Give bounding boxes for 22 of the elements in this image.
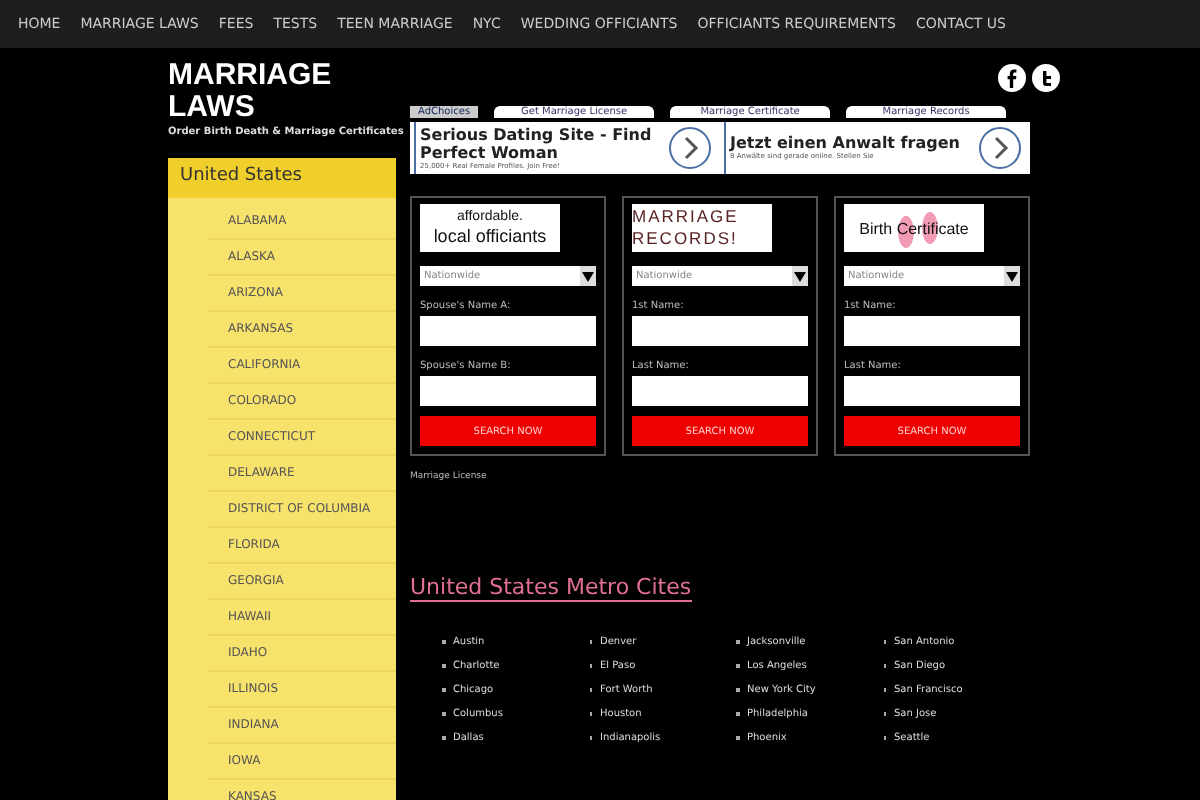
input-field[interactable] [420,376,596,406]
twitter-icon[interactable] [1032,64,1060,92]
banner-text: MARRIAGE [632,206,739,228]
chevron-right-icon[interactable] [978,126,1022,170]
input-field[interactable] [844,316,1020,346]
input-field[interactable] [632,316,808,346]
facebook-icon[interactable] [998,64,1026,92]
input-field[interactable] [420,316,596,346]
dropdown-arrow-icon [794,271,806,281]
chevron-right-icon[interactable] [668,126,712,170]
dropdown-arrow-icon [1006,271,1018,281]
banner-text: local officiants [433,226,547,246]
ad-title: Serious Dating Site - Find Perfect Woman [420,125,654,161]
input-field[interactable] [844,376,1020,406]
dropdown-arrow-icon [582,271,594,281]
sidebar-heading: United States [168,158,396,198]
banner-text: Birth Certificate [859,219,969,237]
ad-title: Jetzt einen Anwalt fragen [730,134,962,152]
banner-text: RECORDS! [632,228,738,250]
input-field[interactable] [632,376,808,406]
site-logo[interactable]: MARRIAGE LAWS [168,60,396,124]
section-heading-link[interactable]: United States Metro Cites [410,574,692,602]
